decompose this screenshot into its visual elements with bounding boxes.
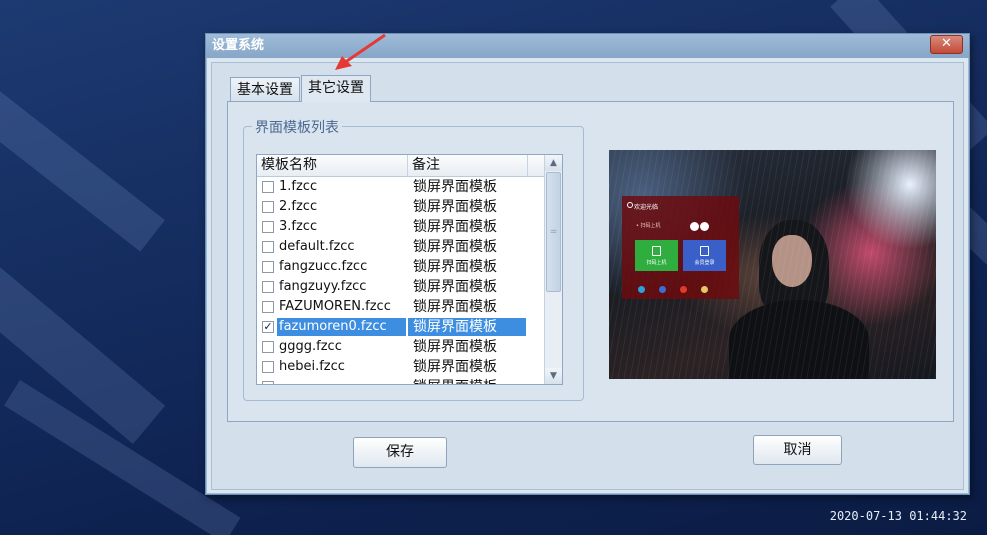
tab-other-settings[interactable]: 其它设置 [301, 75, 371, 102]
row-template-name: fangzucc.fzcc [279, 259, 368, 274]
card-footer-icons [638, 282, 722, 297]
row-checkbox[interactable] [262, 261, 274, 273]
list-row[interactable]: 锁屏界面模板 [257, 377, 545, 384]
row-template-name: hebei.fzcc [279, 359, 345, 374]
row-note: 锁屏界面模板 [408, 318, 526, 336]
list-row[interactable]: 1.fzcc 锁屏界面模板 [257, 177, 545, 197]
scroll-down-arrow-icon[interactable]: ▼ [545, 368, 562, 384]
card-subtitle: • 扫码上机 [636, 223, 661, 229]
cancel-button[interactable]: 取消 [753, 435, 842, 465]
list-row[interactable]: gggg.fzcc 锁屏界面模板 [257, 337, 545, 357]
row-template-name: 3.fzcc [279, 219, 318, 234]
list-row[interactable]: hebei.fzcc 锁屏界面模板 [257, 357, 545, 377]
row-template-name: gggg.fzcc [279, 339, 342, 354]
close-icon: ✕ [941, 36, 952, 51]
group-title: 界面模板列表 [252, 117, 342, 137]
template-listview[interactable]: 模板名称 备注 1.fzcc 锁屏界面模板 2.fzcc 锁屏界面模板 3.fzcc 锁屏… [256, 154, 563, 385]
dialog-title: 设置系统 [212, 38, 265, 53]
row-checkbox[interactable] [262, 241, 274, 253]
scroll-up-arrow-icon[interactable]: ▲ [545, 155, 562, 171]
row-note: 锁屏界面模板 [413, 199, 497, 215]
list-header: 模板名称 备注 [257, 155, 545, 177]
close-button[interactable]: ✕ [930, 35, 963, 54]
card-tile-member: 会员登录 [683, 240, 726, 271]
row-template-name: 2.fzcc [279, 199, 318, 214]
list-row[interactable]: fangzucc.fzcc 锁屏界面模板 [257, 257, 545, 277]
row-note: 锁屏界面模板 [413, 179, 497, 195]
list-row[interactable]: 3.fzcc 锁屏界面模板 [257, 217, 545, 237]
row-template-name: default.fzcc [279, 239, 355, 254]
row-template-name: fangzuyy.fzcc [279, 279, 367, 294]
row-note: 锁屏界面模板 [413, 219, 497, 235]
column-header-template-name[interactable]: 模板名称 [257, 155, 408, 177]
row-template-name [277, 378, 281, 384]
save-button[interactable]: 保存 [353, 437, 447, 468]
row-checkbox[interactable] [262, 221, 274, 233]
preview-login-card: 欢迎光临 • 扫码上机 扫码上机 会员登录 [622, 196, 739, 299]
template-preview-image: 欢迎光临 • 扫码上机 扫码上机 会员登录 [609, 150, 936, 379]
annotation-arrow-icon [335, 33, 386, 70]
taskbar-clock: 2020-07-13 01:44:32 [829, 509, 967, 523]
list-row[interactable]: FAZUMOREN.fzcc 锁屏界面模板 [257, 297, 545, 317]
list-row[interactable]: 2.fzcc 锁屏界面模板 [257, 197, 545, 217]
list-row[interactable]: ✓ fazumoren0.fzcc 锁屏界面模板 [257, 317, 545, 337]
list-row[interactable]: default.fzcc 锁屏界面模板 [257, 237, 545, 257]
row-template-name: fazumoren0.fzcc [277, 318, 406, 336]
template-list-group: 界面模板列表 模板名称 备注 1.fzcc 锁屏界面模板 2.fzcc 锁屏界面模板 3… [243, 117, 584, 401]
row-checkbox[interactable] [262, 281, 274, 293]
tab-panel-other-settings: 界面模板列表 模板名称 备注 1.fzcc 锁屏界面模板 2.fzcc 锁屏界面模板 3… [227, 101, 954, 422]
dialog-titlebar[interactable]: 设置系统 [206, 34, 969, 58]
wallpaper-stripe [0, 60, 165, 252]
row-note: 锁屏界面模板 [413, 359, 497, 375]
dialog-body: 基本设置 其它设置 界面模板列表 模板名称 备注 1.fzcc 锁屏界面模板 2.f… [211, 62, 964, 490]
row-note: 锁屏界面模板 [408, 378, 526, 384]
row-note: 锁屏界面模板 [413, 239, 497, 255]
card-icon [700, 246, 709, 256]
row-checkbox[interactable] [262, 201, 274, 213]
row-note: 锁屏界面模板 [413, 279, 497, 295]
phone-icon [652, 246, 661, 256]
tab-basic-settings[interactable]: 基本设置 [230, 77, 300, 102]
row-template-name: FAZUMOREN.fzcc [279, 299, 391, 314]
card-logo-icon [627, 202, 633, 208]
row-checkbox[interactable] [262, 381, 274, 384]
list-row[interactable]: fangzuyy.fzcc 锁屏界面模板 [257, 277, 545, 297]
vertical-scrollbar[interactable]: ▲ = ▼ [544, 155, 562, 384]
card-title: 欢迎光临 [634, 204, 659, 211]
row-checkbox[interactable] [262, 361, 274, 373]
card-tile-scan: 扫码上机 [635, 240, 678, 271]
settings-dialog: 设置系统 ✕ 基本设置 其它设置 界面模板列表 模板名称 备注 1.fzcc 锁屏… [205, 33, 970, 495]
row-checkbox[interactable] [262, 301, 274, 313]
row-note: 锁屏界面模板 [413, 299, 497, 315]
column-header-note[interactable]: 备注 [408, 155, 528, 177]
row-template-name: 1.fzcc [279, 179, 318, 194]
row-note: 锁屏界面模板 [413, 259, 497, 275]
row-checkbox[interactable] [262, 341, 274, 353]
card-social-icons [690, 220, 710, 235]
scroll-thumb[interactable]: = [546, 172, 561, 292]
row-note: 锁屏界面模板 [413, 339, 497, 355]
row-checkbox[interactable] [262, 181, 274, 193]
list-rows: 1.fzcc 锁屏界面模板 2.fzcc 锁屏界面模板 3.fzcc 锁屏界面模板 defa… [257, 177, 545, 384]
row-checkbox[interactable]: ✓ [262, 321, 274, 333]
